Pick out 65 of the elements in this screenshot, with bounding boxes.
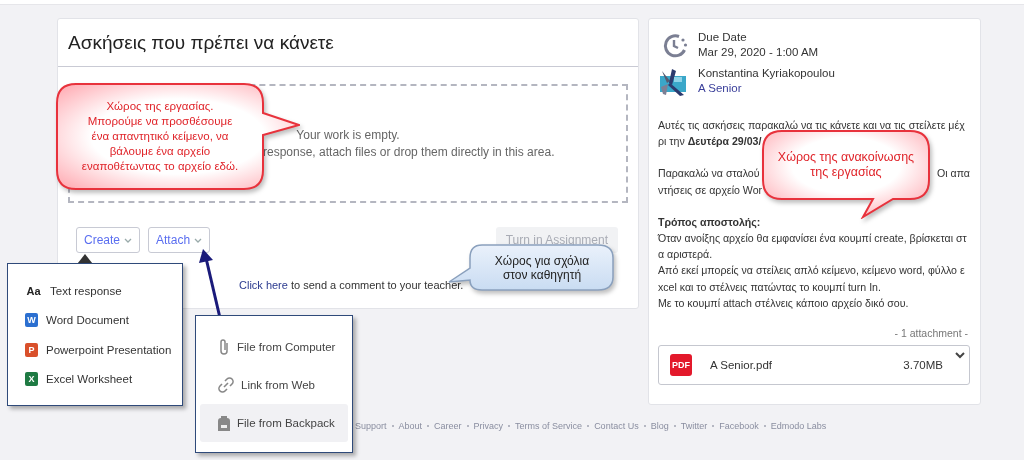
document-icon: P [25, 342, 38, 357]
paperclip-icon [218, 338, 230, 356]
menu-label: File from Computer [237, 341, 336, 353]
footer-link[interactable]: About [398, 421, 423, 431]
footer-link[interactable]: Career [434, 421, 462, 431]
dropzone-hint: response, attach files or drop them directly in this area. [263, 145, 556, 159]
description-text: Με το κουμπί attach στέλνεις κάποιο αρχείο δικό σου. [658, 295, 909, 311]
pdf-icon: PDF [670, 354, 692, 377]
description-text: Παρακαλώ να σταλού [658, 166, 760, 182]
footer-link[interactable]: Facebook [719, 421, 759, 431]
create-button[interactable]: Create [76, 227, 141, 253]
footer-link[interactable]: Edmodo Labs [770, 421, 827, 431]
menu-item[interactable]: P Powerpoint Presentation [8, 335, 182, 365]
chevron-icon [124, 237, 133, 243]
description-text: ντήσεις σε αρχείο Wor [658, 182, 763, 198]
description-text: Από εκεί μπορείς να στείλεις απλό κείμενο, κείμενο word, φύλλο ε [658, 263, 965, 279]
document-icon: W [25, 313, 38, 328]
assignment-title: Ασκήσεις που πρέπει να κάνετε [68, 31, 334, 54]
section-heading: Τρόπος αποστολής: [658, 214, 761, 230]
description-text: xcel και το στέλνεις πατώντας το κουμπί turn In. [658, 279, 881, 295]
callout-text: Χώρος για σχόλια στον καθηγητή [494, 253, 590, 282]
comment-prompt: Click here to send a comment to your teacher. [239, 279, 464, 291]
callout-text: Χώρος της ανακοίνωσης της εργασίας [777, 150, 915, 180]
menu-item[interactable]: X Excel Worksheet [8, 364, 182, 394]
group-link[interactable]: A Senior [698, 82, 835, 94]
backpack-icon [218, 415, 230, 431]
document-icon: X [25, 372, 38, 387]
menu-item[interactable]: Link from Web [200, 366, 348, 404]
callout-text: Χώρος της εργασίας. Μπορούμε να προσθέσουμε ένα απαντητικό κείμενο, να βάλουμε ένα αρχείο εναποθέτωντας το αρχείο εδώ. [81, 99, 239, 174]
attachment-count: - 1 attachment - [894, 327, 968, 340]
footer-link[interactable]: Support [355, 421, 387, 431]
description-text: Όταν ανοίξης αρχείο θα εμφανίσει ένα κουμπί create, βρίσκεται στ [658, 231, 967, 246]
menu-label: Word Document [46, 314, 129, 327]
link-icon [218, 377, 234, 393]
attachment-name: A Senior.pdf [710, 359, 774, 372]
text-icon: Aa [25, 283, 42, 298]
menu-label: Link from Web [241, 379, 315, 391]
description-text: ρι την Δευτέρα 29/03/ [658, 134, 762, 150]
menu-label: Powerpoint Presentation [46, 343, 172, 356]
author-name: Konstantina Kyriakopoulou [698, 67, 835, 79]
description-text: Οι απα [937, 166, 970, 182]
due-label: Due Date [698, 31, 748, 43]
menu-item[interactable]: File from Computer [200, 328, 348, 366]
menu-label: File from Backpack [237, 417, 335, 429]
attachment-size: 3.70MB [903, 359, 943, 372]
menu-item[interactable]: File from Backpack [200, 404, 348, 442]
empty-message: Your work is empty. [296, 128, 400, 142]
clock-icon [662, 33, 688, 59]
menu-label: Text response [50, 284, 122, 297]
description-text: α αριστερά. [658, 247, 713, 263]
chevron-icon [194, 237, 203, 243]
footer-link[interactable]: Privacy [473, 421, 504, 431]
footer-link[interactable]: Contact Us [594, 421, 639, 431]
footer-link[interactable]: Twitter [680, 421, 708, 431]
description-text: Αυτές τις ασκήσεις παρακαλώ να τις κάνετε και να τις στείλετε μέχ [658, 118, 965, 133]
menu-item[interactable]: W Word Document [8, 305, 182, 335]
menu-item[interactable]: Aa Text response [8, 276, 182, 306]
menu-label: Excel Worksheet [46, 373, 133, 386]
attachment-item[interactable]: PDF A Senior.pdf 3.70MB [658, 345, 970, 386]
footer-link[interactable]: Blog [650, 421, 669, 431]
due-date: Mar 29, 2020 - 1:00 AM [698, 46, 819, 58]
click-here-link[interactable]: Click here [239, 279, 288, 291]
chevron-icon[interactable] [955, 352, 965, 360]
attach-button[interactable]: Attach [148, 227, 211, 253]
footer-link[interactable]: Terms of Service [515, 421, 583, 431]
